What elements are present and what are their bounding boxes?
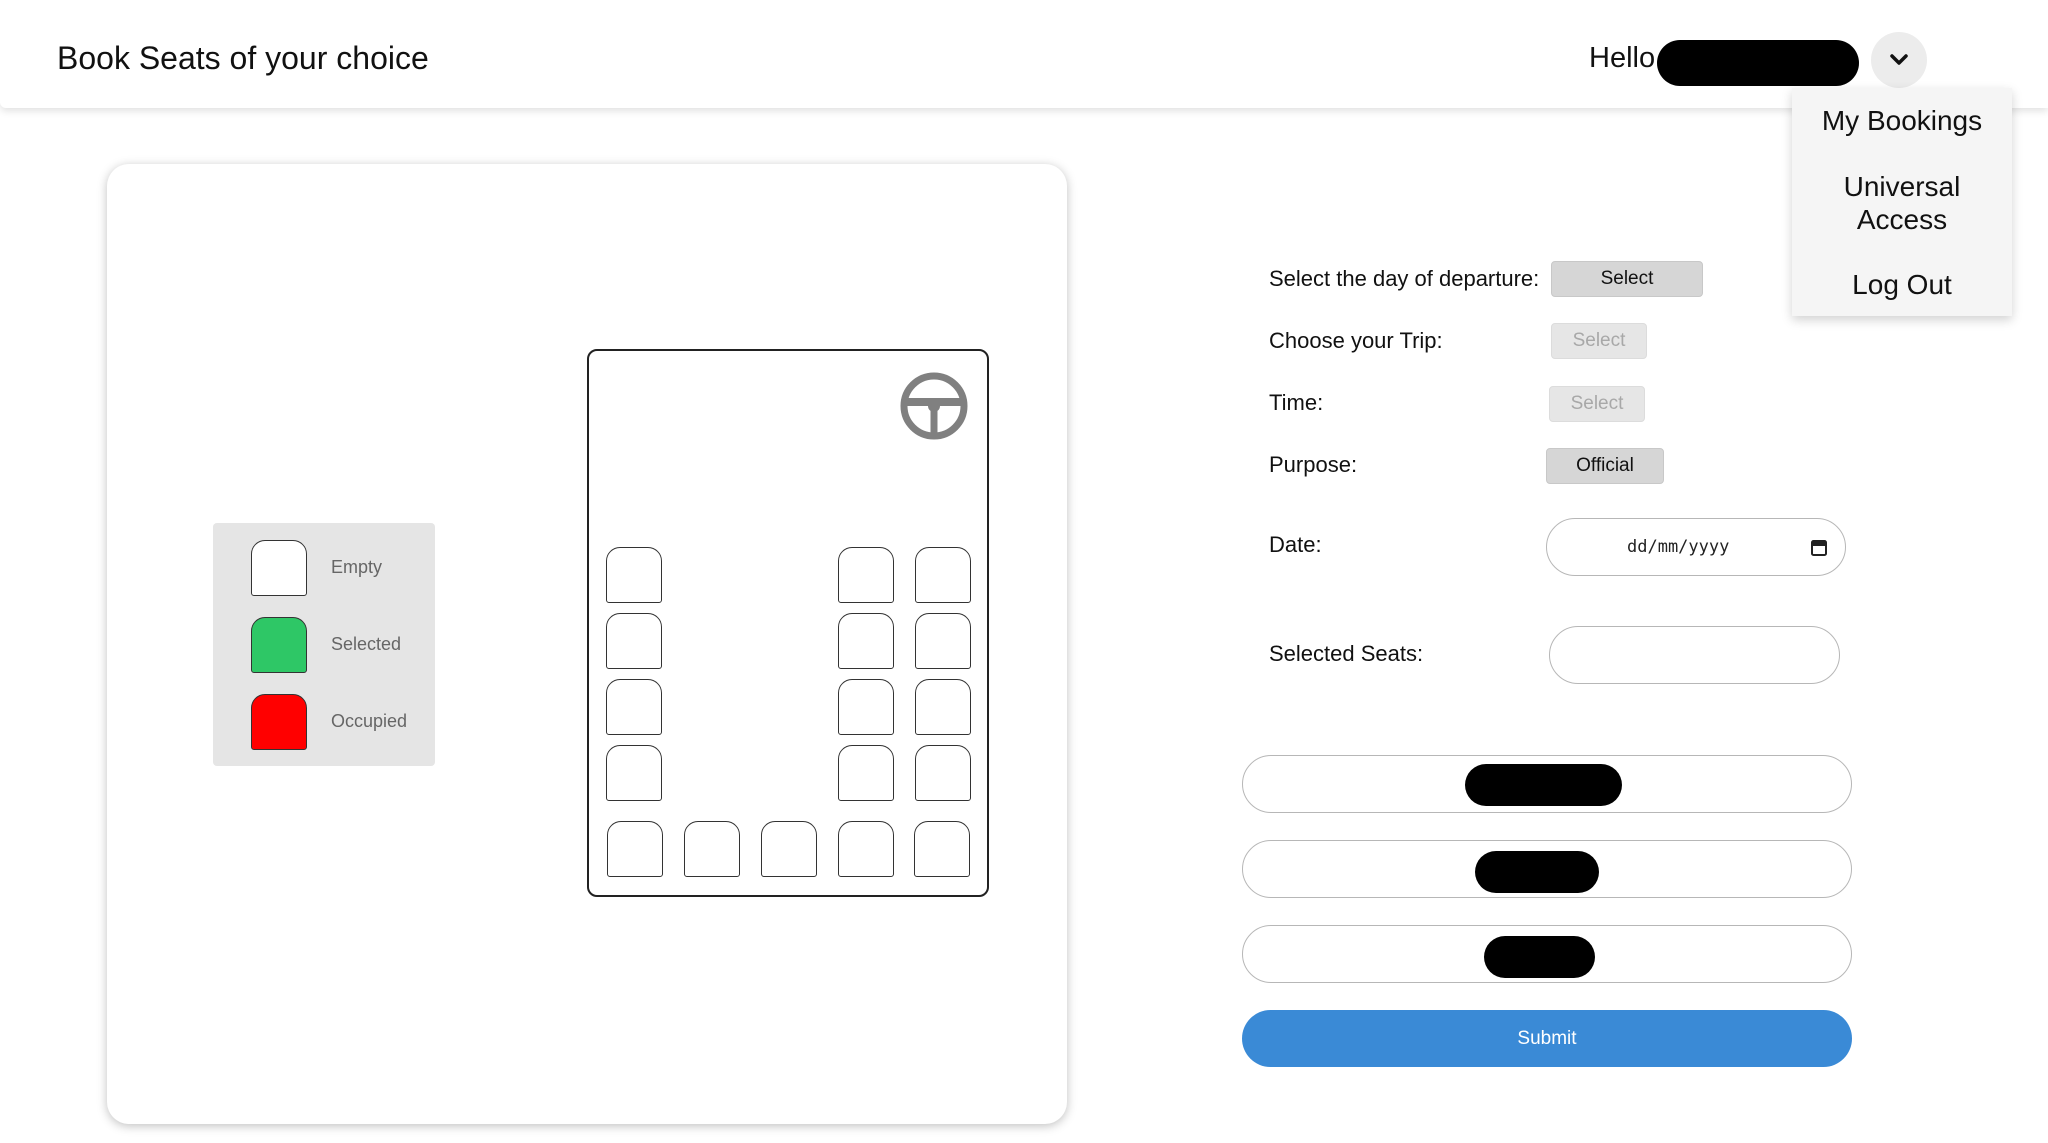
seat[interactable]: [606, 745, 662, 801]
user-dropdown-menu: My Bookings Universal Access Log Out: [1792, 88, 2012, 316]
seat[interactable]: [606, 613, 662, 669]
top-bar: Book Seats of your choice Hello: [0, 0, 2048, 108]
seat[interactable]: [915, 679, 971, 735]
menu-item-my-bookings[interactable]: My Bookings: [1792, 104, 2012, 137]
chevron-down-icon: [1890, 54, 1908, 65]
steering-wheel-icon: [900, 372, 968, 440]
seat[interactable]: [838, 547, 894, 603]
page-title: Book Seats of your choice: [57, 40, 429, 76]
redacted-text: [1484, 936, 1595, 978]
greeting: Hello: [1589, 42, 1656, 74]
seat[interactable]: [607, 821, 663, 877]
purpose-select[interactable]: Official: [1546, 448, 1664, 484]
time-select[interactable]: Select: [1549, 386, 1645, 422]
legend-occupied-swatch: [251, 694, 307, 750]
redacted-username: [1657, 40, 1859, 86]
legend-empty-label: Empty: [331, 557, 383, 577]
time-label: Time:: [1269, 390, 1324, 415]
calendar-icon[interactable]: [1811, 539, 1827, 556]
seat[interactable]: [838, 821, 894, 877]
trip-label: Choose your Trip:: [1269, 328, 1443, 353]
legend-occupied-label: Occupied: [331, 711, 408, 731]
menu-item-universal-access[interactable]: Universal Access: [1792, 170, 2012, 236]
seat[interactable]: [915, 547, 971, 603]
seat[interactable]: [761, 821, 817, 877]
date-label: Date:: [1269, 532, 1322, 557]
seat[interactable]: [915, 613, 971, 669]
redacted-field-1[interactable]: [1242, 755, 1852, 813]
redacted-text: [1475, 851, 1599, 893]
seat[interactable]: [606, 679, 662, 735]
seat[interactable]: [684, 821, 740, 877]
submit-button[interactable]: Submit: [1242, 1010, 1852, 1067]
menu-item-log-out[interactable]: Log Out: [1792, 268, 2012, 301]
seat[interactable]: [915, 745, 971, 801]
purpose-label: Purpose:: [1269, 452, 1358, 477]
selected-seats-input[interactable]: [1549, 626, 1840, 684]
date-input[interactable]: dd/mm/yyyy: [1546, 518, 1846, 576]
selected-seats-label: Selected Seats:: [1269, 641, 1424, 666]
seat[interactable]: [838, 679, 894, 735]
redacted-field-3[interactable]: [1242, 925, 1852, 983]
trip-select[interactable]: Select: [1551, 323, 1647, 359]
seat[interactable]: [914, 821, 970, 877]
seat[interactable]: [838, 745, 894, 801]
seat[interactable]: [606, 547, 662, 603]
seat-legend: Empty Selected Occupied: [213, 523, 435, 766]
day-of-departure-select[interactable]: Select: [1551, 261, 1703, 297]
day-of-departure-label: Select the day of departure:: [1269, 266, 1540, 291]
legend-empty-swatch: [251, 540, 307, 596]
legend-selected-label: Selected: [331, 634, 402, 654]
redacted-text: [1465, 764, 1622, 806]
seat[interactable]: [838, 613, 894, 669]
redacted-field-2[interactable]: [1242, 840, 1852, 898]
legend-selected-swatch: [251, 617, 307, 673]
user-menu-toggle[interactable]: [1871, 32, 1927, 88]
date-placeholder: dd/mm/yyyy: [1627, 537, 1730, 557]
